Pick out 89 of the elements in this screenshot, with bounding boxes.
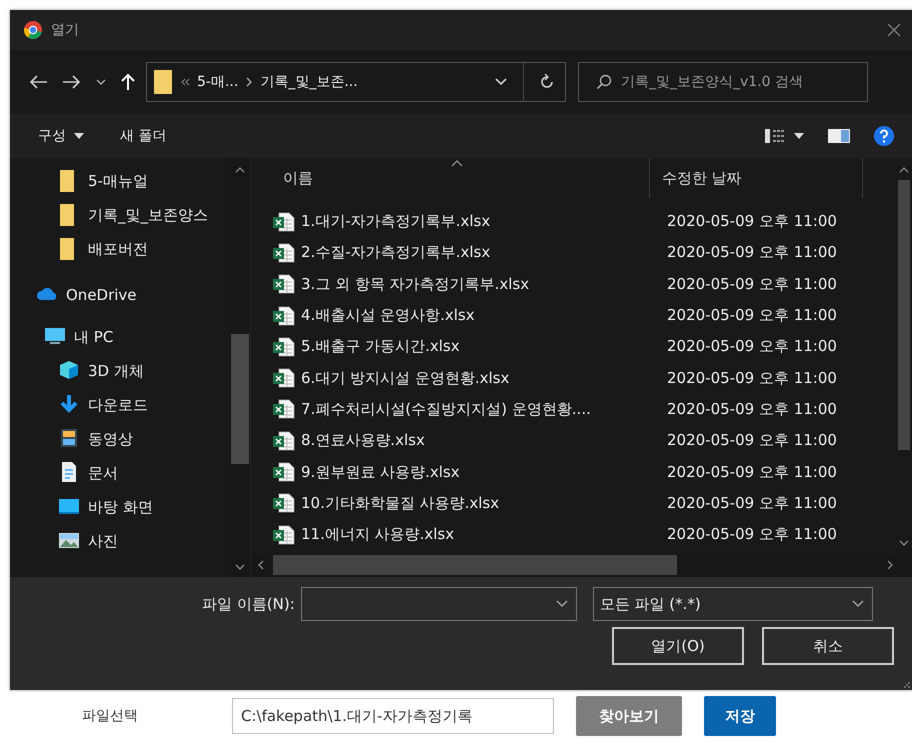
sidebar-item[interactable]: 동영상 (10, 422, 230, 456)
file-name[interactable]: 11.에너지 사용량.xlsx (301, 525, 454, 544)
spreadsheet-file-icon (273, 368, 295, 388)
browser-logo-icon (23, 20, 43, 40)
file-type-dropdown[interactable]: 모든 파일 (*.*) (592, 587, 873, 621)
sidebar-item[interactable]: 기록_및_보존양스 (10, 198, 230, 232)
file-name[interactable]: 4.배출시설 운영사항.xlsx (301, 306, 475, 326)
filename-field[interactable] (300, 587, 577, 621)
dropdown-chevron-icon (494, 77, 508, 87)
spreadsheet-file-icon (273, 306, 295, 326)
chevron-down-icon (898, 539, 908, 547)
table-cell-text: 2020-05-09 오후 11:00 (666, 368, 837, 388)
chevron-right-icon (245, 77, 254, 87)
caret-icon (794, 133, 804, 139)
chevron-down-icon (852, 600, 864, 608)
spreadsheet-file-icon (273, 212, 295, 232)
chevron-up-icon (235, 166, 245, 174)
table-cell-text: 2020-05-09 오후 11:00 (666, 212, 837, 232)
breadcrumb-item[interactable]: 5-매... (197, 73, 238, 91)
table-cell-text: 2020-05-09 오후 11:00 (666, 306, 837, 326)
back-arrow-icon (28, 74, 48, 90)
sidebar-item[interactable]: OneDrive (10, 278, 230, 312)
table-cell-text: 2020-05-09 오후 11:00 (666, 462, 837, 482)
spreadsheet-file-icon (273, 274, 295, 294)
search-icon (596, 74, 612, 90)
close-icon (886, 22, 902, 38)
sidebar-item[interactable]: 5-매뉴얼 (10, 164, 230, 198)
chevron-down-icon (235, 563, 245, 571)
chevron-right-icon (886, 560, 894, 570)
window-title: 열기 (51, 21, 79, 39)
table-cell-text: 2020-05-09 오후 11:00 (666, 243, 837, 262)
caret-icon (74, 133, 84, 139)
chevron-down-icon (96, 78, 106, 86)
breadcrumb-item[interactable]: 기록_및_보존... (260, 73, 358, 91)
browse-button[interactable]: 찾아보기 (576, 696, 682, 736)
list-view-icon (764, 128, 786, 144)
sidebar-item[interactable]: 3D 개체 (10, 354, 230, 388)
spreadsheet-file-icon (273, 493, 295, 514)
search-field[interactable]: 기록_및_보존양식_v1.0 검색 (578, 62, 868, 102)
sidebar-item[interactable]: 내 PC (10, 320, 230, 354)
chevron-down-icon (556, 600, 568, 608)
folder-icon (153, 69, 173, 95)
column-header[interactable]: 이름 (251, 158, 650, 198)
table-cell-text: 2020-05-09 오후 11:00 (666, 274, 837, 294)
spreadsheet-file-icon (273, 524, 295, 545)
dialog-button[interactable]: 취소 (762, 627, 894, 665)
chevron-left-double-icon (180, 77, 190, 87)
table-cell-text: 2020-05-09 오후 11:00 (666, 337, 837, 356)
sort-caret-icon (451, 160, 463, 167)
spreadsheet-file-icon (273, 399, 295, 420)
sidebar-item[interactable]: 다운로드 (10, 388, 230, 422)
field-label: 파일 이름(N): (202, 594, 295, 614)
file-name[interactable]: 9.원부원료 사용량.xlsx (301, 462, 460, 482)
column-header[interactable]: 수정한 날짜 (650, 158, 863, 198)
spreadsheet-file-icon (273, 242, 295, 263)
sidebar-item[interactable]: 사진 (10, 524, 230, 558)
table-cell-text: 2020-05-09 오후 11:00 (666, 431, 837, 450)
address-bar[interactable]: 5-매... 기록_및_보존... (146, 62, 566, 102)
refresh-icon (539, 74, 555, 90)
save-button[interactable]: 저장 (704, 696, 776, 736)
table-cell-text: 2020-05-09 오후 11:00 (666, 400, 837, 419)
up-arrow-icon (120, 73, 136, 91)
file-name[interactable]: 10.기타화학물질 사용량.xlsx (301, 494, 500, 513)
file-name[interactable]: 5.배출구 가동시간.xlsx (301, 337, 460, 356)
resize-grip-icon (904, 682, 910, 688)
pane-icon (828, 129, 850, 143)
spreadsheet-file-icon (273, 336, 295, 357)
sidebar-item[interactable]: 문서 (10, 456, 230, 490)
chevron-up-icon (898, 166, 908, 174)
forward-arrow-icon (62, 74, 82, 90)
file-name[interactable]: 8.연료사용량.xlsx (301, 431, 425, 450)
table-cell-text: 2020-05-09 오후 11:00 (666, 494, 837, 513)
file-name[interactable]: 6.대기 방지시설 운영현황.xlsx (301, 368, 510, 388)
help-icon (874, 126, 894, 146)
file-path-field[interactable]: C:\fakepath\1.대기-자가측정기록 (232, 698, 554, 734)
file-name[interactable]: 3.그 외 항목 자가측정기록부.xlsx (301, 274, 530, 294)
sidebar-item[interactable]: 바탕 화면 (10, 490, 230, 524)
sidebar-item[interactable]: 배포버전 (10, 232, 230, 266)
form-label: 파일선택 (82, 707, 139, 725)
spreadsheet-file-icon (273, 430, 295, 451)
file-name[interactable]: 1.대기-자가측정기록부.xlsx (301, 212, 490, 232)
chevron-left-icon (257, 560, 265, 570)
table-cell-text: 2020-05-09 오후 11:00 (666, 525, 837, 544)
spreadsheet-file-icon (273, 462, 295, 482)
dialog-button[interactable]: 열기(O) (612, 627, 744, 665)
file-name[interactable]: 7.폐수처리시설(수질방지지설) 운영현황.... (301, 400, 591, 419)
file-name[interactable]: 2.수질-자가측정기록부.xlsx (301, 243, 490, 262)
new-folder-button[interactable]: 새 폴더 (110, 123, 176, 149)
organize-menu[interactable]: 구성 (28, 123, 94, 149)
